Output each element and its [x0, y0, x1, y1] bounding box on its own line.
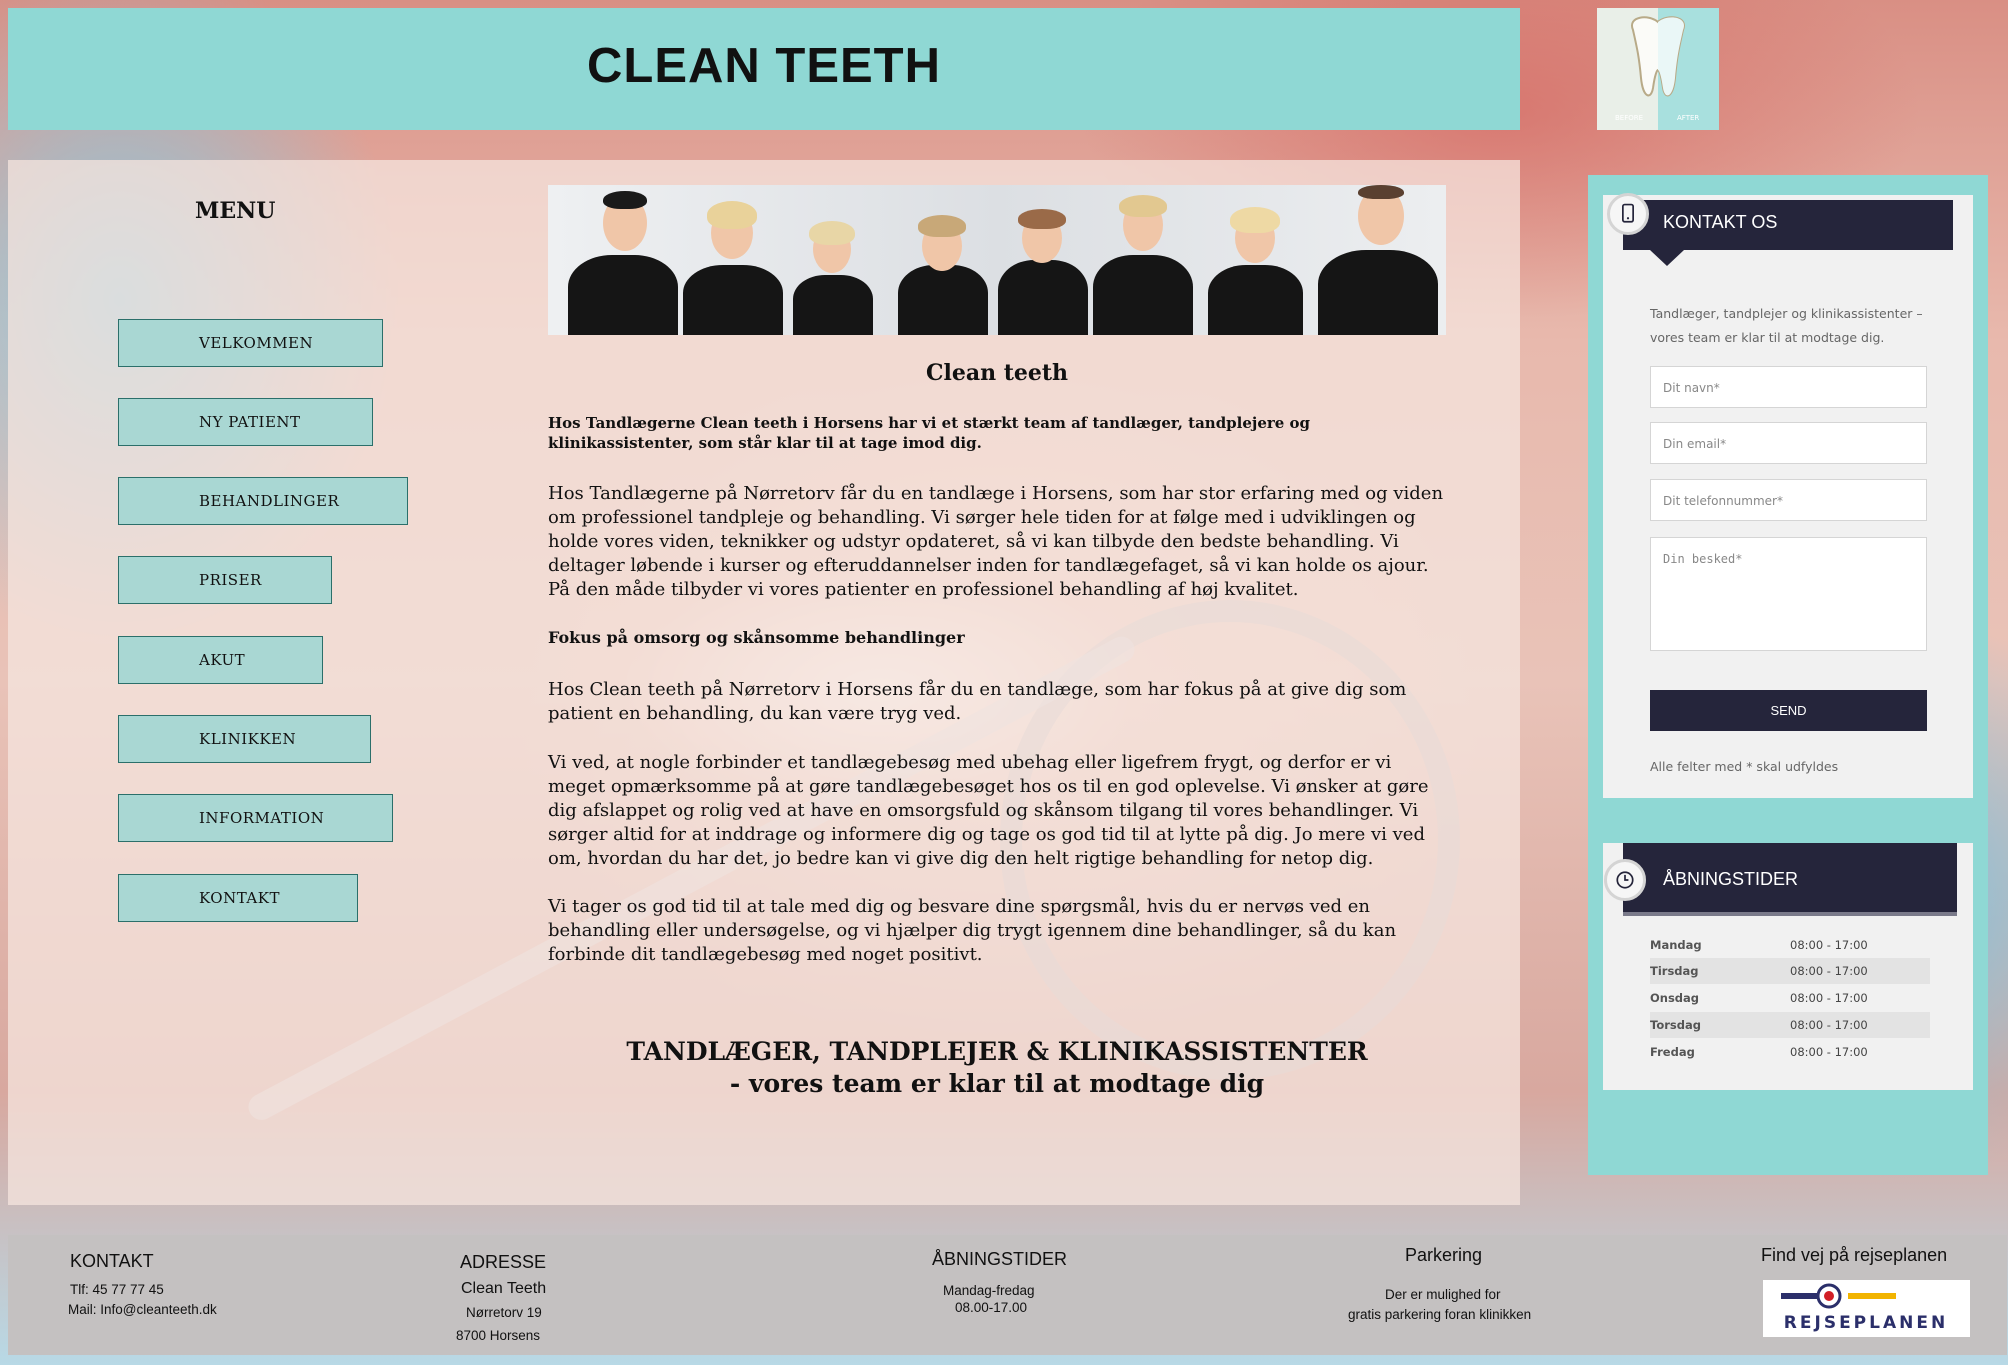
tagline-subtitle: - vores team er klar til at modtage dig [729, 1069, 1265, 1098]
menu-item-ny-patient[interactable]: NY PATIENT [118, 398, 373, 446]
svg-text:BEFORE: BEFORE [1615, 114, 1643, 122]
tooth-logo[interactable]: BEFORE AFTER [1597, 8, 1719, 130]
contact-widget-header: KONTAKT OS [1623, 200, 1953, 250]
footer-address-street: Nørretorv 19 [466, 1305, 542, 1320]
rejseplanen-link[interactable]: REJSEPLANEN [1763, 1280, 1970, 1337]
menu-item-kontakt[interactable]: KONTAKT [118, 874, 358, 922]
name-field[interactable]: Dit navn* [1650, 366, 1927, 408]
footer-phone: Tlf: 45 77 77 45 [70, 1282, 164, 1297]
footer-parking-line1: Der er mulighed for [1385, 1287, 1501, 1302]
contact-widget-title: KONTAKT OS [1663, 212, 1778, 232]
contact-description: Tandlæger, tandplejer og klinikassistent… [1650, 306, 1923, 345]
hours-row: Mandag 08:00 - 17:00 [1650, 938, 1868, 952]
hours-row: Onsdag 08:00 - 17:00 [1650, 991, 1868, 1005]
required-note: Alle felter med * skal udfyldes [1650, 759, 1839, 774]
site-title: CLEAN TEETH [587, 39, 941, 93]
footer-mail[interactable]: Mail: Info@cleanteeth.dk [68, 1302, 217, 1317]
hours-row: Fredag 08:00 - 17:00 [1650, 1045, 1868, 1059]
footer-parking-title: Parkering [1405, 1245, 1483, 1265]
menu-item-akut[interactable]: AKUT [118, 636, 323, 684]
hours-widget-header: ÅBNINGSTIDER [1623, 843, 1957, 916]
rejseplanen-logo-icon: REJSEPLANEN [1781, 1283, 1948, 1333]
svg-text:REJSEPLANEN: REJSEPLANEN [1784, 1313, 1948, 1333]
menu-item-klinikken[interactable]: KLINIKKEN [118, 715, 371, 763]
intro-text: Hos Tandlægerne Clean teeth i Horsens ha… [548, 414, 1311, 452]
menu-item-behandlinger[interactable]: BEHANDLINGER [118, 477, 408, 525]
clock-icon [1604, 859, 1646, 901]
menu-item-priser[interactable]: PRISER [118, 556, 332, 604]
footer-hours-time: 08.00-17.00 [955, 1300, 1028, 1315]
subheading-fokus: Fokus på omsorg og skånsomme behandlinge… [548, 628, 965, 647]
paragraph-1: Hos Tandlægerne på Nørretorv får du en t… [548, 483, 1444, 600]
phone-icon [1607, 193, 1649, 235]
menu-item-information[interactable]: INFORMATION [118, 794, 393, 842]
phone-field[interactable]: Dit telefonnummer* [1650, 479, 1927, 521]
svg-text:AFTER: AFTER [1677, 114, 1699, 122]
footer-parking-line2: gratis parkering foran klinikken [1348, 1307, 1532, 1322]
paragraph-3: Vi ved, at nogle forbinder et tandlægebe… [548, 752, 1429, 869]
hours-row: Tirsdag 08:00 - 17:00 [1650, 958, 1930, 984]
hours-widget-title: ÅBNINGSTIDER [1663, 869, 1799, 889]
site-header: CLEAN TEETH [8, 8, 1520, 130]
menu-item-velkommen[interactable]: VELKOMMEN [118, 319, 383, 367]
footer-rejse-title: Find vej på rejseplanen [1761, 1245, 1948, 1265]
hours-row: Torsdag 08:00 - 17:00 [1650, 1012, 1930, 1038]
paragraph-4: Vi tager os god tid til at tale med dig … [548, 896, 1397, 965]
message-field[interactable]: Din besked* [1650, 537, 1927, 651]
footer-address-name: Clean Teeth [461, 1280, 547, 1297]
tooth-icon: BEFORE AFTER [1597, 8, 1719, 130]
footer-adresse-title: ADRESSE [460, 1252, 547, 1272]
menu-title: MENU [195, 198, 276, 224]
footer-hours-title: ÅBNINGSTIDER [932, 1249, 1068, 1269]
header-pointer-icon [1650, 250, 1684, 266]
footer-address-city: 8700 Horsens [456, 1328, 541, 1343]
tagline-title: TANDLÆGER, TANDPLEJER & KLINIKASSISTENTE… [626, 1037, 1368, 1066]
send-button[interactable]: SEND [1650, 690, 1927, 731]
footer-kontakt-title: KONTAKT [70, 1251, 154, 1271]
content-title: Clean teeth [925, 360, 1069, 386]
paragraph-2: Hos Clean teeth på Nørretorv i Horsens f… [548, 679, 1407, 724]
team-photo [548, 185, 1446, 335]
footer-hours-days: Mandag-fredag [943, 1283, 1035, 1298]
email-field[interactable]: Din email* [1650, 422, 1927, 464]
